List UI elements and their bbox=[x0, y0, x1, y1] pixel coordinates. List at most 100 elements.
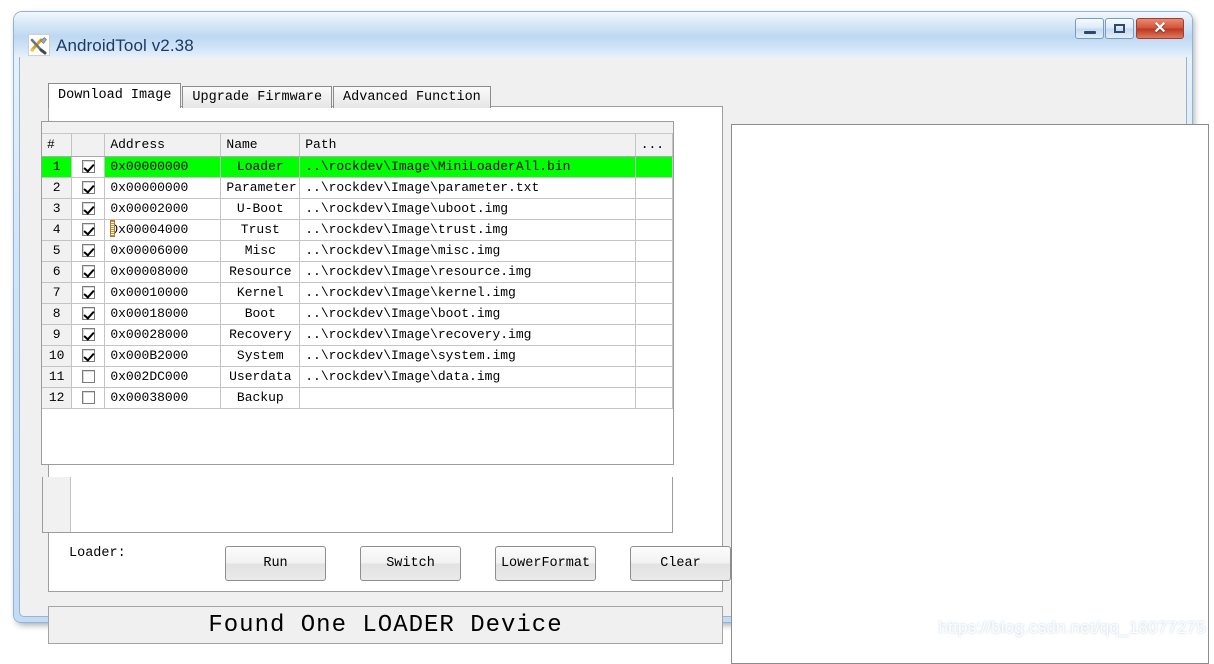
cell-checkbox[interactable] bbox=[71, 282, 106, 304]
cell-more[interactable] bbox=[635, 177, 673, 199]
lowerformat-button[interactable]: LowerFormat bbox=[495, 546, 596, 581]
table-row[interactable]: 10 0x000B2000 System ..\rockdev\Image\syste… bbox=[42, 345, 673, 367]
cell-more[interactable] bbox=[635, 345, 673, 367]
titlebar[interactable]: AndroidTool v2.38 ✕ bbox=[14, 12, 1192, 57]
cell-path[interactable]: ..\rockdev\Image\uboot.img bbox=[299, 198, 636, 220]
checkbox-checked-icon[interactable] bbox=[81, 244, 95, 258]
cell-more[interactable] bbox=[635, 240, 673, 262]
column-header-path[interactable]: Path bbox=[299, 134, 636, 157]
table-row[interactable]: 3 0x00002000 U-Boot ..\rockdev\Image\uboot.… bbox=[42, 198, 673, 220]
cell-checkbox[interactable] bbox=[71, 324, 106, 346]
checkbox-checked-icon[interactable] bbox=[81, 286, 95, 300]
table-row[interactable]: 4 0x00004000 Trust ..\rockdev\Image\trust.i… bbox=[42, 219, 673, 241]
cell-more[interactable] bbox=[635, 387, 673, 409]
tab-advanced-function[interactable]: Advanced Function bbox=[333, 86, 491, 108]
switch-button[interactable]: Switch bbox=[360, 546, 461, 581]
cell-name[interactable]: System bbox=[220, 345, 301, 367]
cell-address[interactable]: 0x00004000 bbox=[104, 219, 222, 241]
table-row[interactable]: 7 0x00010000 Kernel ..\rockdev\Image\kernel… bbox=[42, 282, 673, 304]
cell-more[interactable] bbox=[635, 324, 673, 346]
cell-path[interactable]: ..\rockdev\Image\boot.img bbox=[299, 303, 636, 325]
cell-name[interactable]: Backup bbox=[220, 387, 301, 409]
cell-checkbox[interactable] bbox=[71, 261, 106, 283]
table-row[interactable]: 2 0x00000000 Parameter ..\rockdev\Image\par… bbox=[42, 177, 673, 199]
cell-checkbox[interactable] bbox=[71, 198, 106, 220]
cell-name[interactable]: Misc bbox=[220, 240, 301, 262]
cell-checkbox[interactable] bbox=[71, 219, 106, 241]
cell-address[interactable]: 0x00008000 bbox=[104, 261, 222, 283]
cell-checkbox[interactable] bbox=[71, 303, 106, 325]
cell-path[interactable]: ..\rockdev\Image\misc.img bbox=[299, 240, 636, 262]
cell-more[interactable] bbox=[635, 282, 673, 304]
checkbox-checked-icon[interactable] bbox=[81, 307, 95, 321]
table-row[interactable]: 11 0x002DC000 Userdata ..\rockdev\Image\dat… bbox=[42, 366, 673, 388]
table-row[interactable]: 5 0x00006000 Misc ..\rockdev\Image\misc.img bbox=[42, 240, 673, 262]
cell-path[interactable] bbox=[299, 387, 636, 409]
cell-more[interactable] bbox=[635, 219, 673, 241]
cell-address[interactable]: 0x000B2000 bbox=[104, 345, 222, 367]
cell-checkbox[interactable] bbox=[71, 366, 106, 388]
cell-more[interactable] bbox=[635, 303, 673, 325]
cell-checkbox[interactable] bbox=[71, 345, 106, 367]
cell-address[interactable]: 0x00010000 bbox=[104, 282, 222, 304]
cell-address[interactable]: 0x00018000 bbox=[104, 303, 222, 325]
log-output-panel[interactable] bbox=[731, 124, 1209, 664]
checkbox-checked-icon[interactable] bbox=[81, 160, 95, 174]
cell-more[interactable] bbox=[635, 366, 673, 388]
table-row[interactable]: 6 0x00008000 Resource ..\rockdev\Image\reso… bbox=[42, 261, 673, 283]
cell-address[interactable]: 0x00000000 bbox=[104, 156, 222, 178]
table-row[interactable]: 1 0x00000000 Loader ..\rockdev\Image\MiniLo… bbox=[42, 156, 673, 178]
column-header-checkbox[interactable] bbox=[71, 134, 106, 157]
cell-path[interactable]: ..\rockdev\Image\kernel.img bbox=[299, 282, 636, 304]
cell-name[interactable]: Trust bbox=[220, 219, 301, 241]
cell-path[interactable]: ..\rockdev\Image\trust.img bbox=[299, 219, 636, 241]
cell-name[interactable]: Recovery bbox=[220, 324, 301, 346]
cell-address[interactable]: 0x00028000 bbox=[104, 324, 222, 346]
cell-name[interactable]: Kernel bbox=[220, 282, 301, 304]
checkbox-checked-icon[interactable] bbox=[81, 328, 95, 342]
table-empty-area[interactable] bbox=[42, 477, 673, 533]
cell-checkbox[interactable] bbox=[71, 387, 106, 409]
cell-address[interactable]: 0x00006000 bbox=[104, 240, 222, 262]
cell-checkbox[interactable] bbox=[71, 240, 106, 262]
tab-download-image[interactable]: Download Image bbox=[48, 83, 182, 108]
cell-more[interactable] bbox=[635, 156, 673, 178]
cell-address[interactable]: 0x00002000 bbox=[104, 198, 222, 220]
checkbox-unchecked-icon[interactable] bbox=[81, 391, 95, 405]
table-row[interactable]: 8 0x00018000 Boot ..\rockdev\Image\boot.img bbox=[42, 303, 673, 325]
checkbox-checked-icon[interactable] bbox=[81, 265, 95, 279]
close-button[interactable]: ✕ bbox=[1136, 18, 1184, 39]
checkbox-checked-icon[interactable] bbox=[81, 181, 95, 195]
cell-path[interactable]: ..\rockdev\Image\parameter.txt bbox=[299, 177, 636, 199]
cell-path[interactable]: ..\rockdev\Image\data.img bbox=[299, 366, 636, 388]
minimize-button[interactable] bbox=[1075, 18, 1104, 39]
cell-name[interactable]: Boot bbox=[220, 303, 301, 325]
cell-path[interactable]: ..\rockdev\Image\resource.img bbox=[299, 261, 636, 283]
checkbox-checked-icon[interactable] bbox=[81, 349, 95, 363]
column-header-address[interactable]: Address bbox=[104, 134, 222, 157]
cell-more[interactable] bbox=[635, 261, 673, 283]
cell-name[interactable]: Loader bbox=[220, 156, 301, 178]
clear-button[interactable]: Clear bbox=[630, 546, 731, 581]
table-row[interactable]: 9 0x00028000 Recovery ..\rockdev\Image\reco… bbox=[42, 324, 673, 346]
cell-address[interactable]: 0x002DC000 bbox=[104, 366, 222, 388]
column-header-name[interactable]: Name bbox=[220, 134, 301, 157]
cell-more[interactable] bbox=[635, 198, 673, 220]
cell-checkbox[interactable] bbox=[71, 177, 106, 199]
column-header-more[interactable]: ... bbox=[635, 134, 673, 157]
partition-table[interactable]: # Address Name Path ... 1 0x00000000 Loade… bbox=[41, 121, 674, 465]
cell-name[interactable]: U-Boot bbox=[220, 198, 301, 220]
maximize-button[interactable] bbox=[1105, 18, 1134, 39]
cell-address[interactable]: 0x00038000 bbox=[104, 387, 222, 409]
cell-name[interactable]: Userdata bbox=[220, 366, 301, 388]
run-button[interactable]: Run bbox=[225, 546, 326, 581]
checkbox-checked-icon[interactable] bbox=[81, 223, 95, 237]
cell-name[interactable]: Parameter bbox=[220, 177, 301, 199]
column-header-index[interactable]: # bbox=[42, 134, 73, 157]
checkbox-checked-icon[interactable] bbox=[81, 202, 95, 216]
cell-address[interactable]: 0x00000000 bbox=[104, 177, 222, 199]
cell-path[interactable]: ..\rockdev\Image\MiniLoaderAll.bin bbox=[299, 156, 636, 178]
tab-upgrade-firmware[interactable]: Upgrade Firmware bbox=[182, 86, 333, 108]
checkbox-unchecked-icon[interactable] bbox=[81, 370, 95, 384]
cell-path[interactable]: ..\rockdev\Image\system.img bbox=[299, 345, 636, 367]
